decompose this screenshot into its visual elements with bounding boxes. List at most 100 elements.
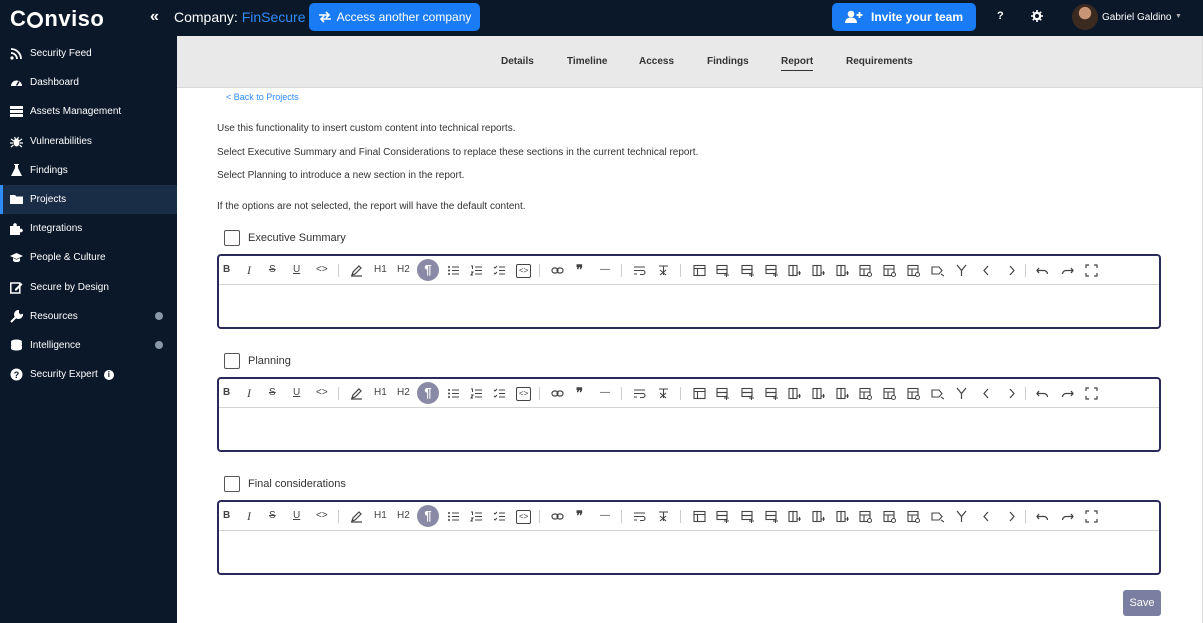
user-name[interactable]: Gabriel Galdino <box>1102 12 1171 23</box>
fullscreen-icon[interactable] <box>1085 264 1098 282</box>
sidebar-item-assets-management[interactable]: Assets Management <box>0 97 177 126</box>
text-wrap-icon[interactable] <box>633 510 646 528</box>
previous-cell-icon[interactable] <box>980 510 993 528</box>
cell-attribute-icon[interactable] <box>931 510 945 528</box>
underline-icon[interactable]: U <box>293 509 300 523</box>
sidebar-item-security-expert[interactable]: ? Security Expert i <box>0 360 177 389</box>
strikethrough-icon[interactable]: S <box>269 263 276 277</box>
bullet-list-icon[interactable] <box>447 387 460 405</box>
merge-cells-icon[interactable] <box>859 387 872 405</box>
add-column-after-icon[interactable] <box>812 510 826 528</box>
add-row-after-icon[interactable] <box>741 264 754 282</box>
redo-icon[interactable] <box>1061 264 1074 282</box>
italic-icon[interactable]: I <box>247 263 251 277</box>
gear-icon[interactable] <box>1031 9 1043 27</box>
fix-tables-icon[interactable] <box>955 510 968 528</box>
fix-tables-icon[interactable] <box>955 264 968 282</box>
previous-cell-icon[interactable] <box>980 387 993 405</box>
info-icon[interactable]: i <box>103 369 114 380</box>
save-button[interactable]: Save <box>1123 590 1161 616</box>
sidebar-item-intelligence[interactable]: Intelligence <box>0 331 177 360</box>
tab-requirements[interactable]: Requirements <box>846 56 913 67</box>
code-block-icon[interactable]: <> <box>516 510 532 524</box>
heading-2-icon[interactable]: H2 <box>397 386 410 400</box>
undo-icon[interactable] <box>1036 510 1049 528</box>
table-icon[interactable] <box>693 387 706 405</box>
delete-row-icon[interactable] <box>765 510 778 528</box>
tab-access[interactable]: Access <box>639 56 674 67</box>
add-row-after-icon[interactable] <box>741 510 754 528</box>
paragraph-icon[interactable]: ¶ <box>417 259 439 281</box>
tab-details[interactable]: Details <box>501 56 534 67</box>
executive-summary-checkbox[interactable] <box>224 230 240 246</box>
clear-format-icon[interactable] <box>657 387 670 405</box>
undo-icon[interactable] <box>1036 387 1049 405</box>
add-row-before-icon[interactable] <box>716 387 729 405</box>
help-icon[interactable]: ? <box>997 10 1004 22</box>
horizontal-rule-icon[interactable]: — <box>600 509 610 523</box>
add-column-before-icon[interactable] <box>788 387 802 405</box>
add-row-after-icon[interactable] <box>741 387 754 405</box>
task-list-icon[interactable] <box>493 387 506 405</box>
code-block-icon[interactable]: <> <box>516 387 532 401</box>
toggle-header-icon[interactable] <box>907 510 920 528</box>
code-block-icon[interactable]: <> <box>516 264 532 278</box>
toggle-header-icon[interactable] <box>907 264 920 282</box>
table-icon[interactable] <box>693 510 706 528</box>
sidebar-item-findings[interactable]: Findings <box>0 156 177 185</box>
heading-2-icon[interactable]: H2 <box>397 263 410 277</box>
expand-chevron-icon[interactable] <box>155 341 163 350</box>
next-cell-icon[interactable] <box>1005 264 1018 282</box>
add-column-after-icon[interactable] <box>812 387 826 405</box>
tab-report[interactable]: Report <box>781 56 814 71</box>
inline-code-icon[interactable]: <> <box>316 263 328 277</box>
heading-1-icon[interactable]: H1 <box>374 263 387 277</box>
add-row-before-icon[interactable] <box>716 510 729 528</box>
tab-findings[interactable]: Findings <box>707 56 749 67</box>
heading-1-icon[interactable]: H1 <box>374 386 387 400</box>
ordered-list-icon[interactable] <box>470 264 483 282</box>
bullet-list-icon[interactable] <box>447 264 460 282</box>
text-wrap-icon[interactable] <box>633 264 646 282</box>
add-column-before-icon[interactable] <box>788 264 802 282</box>
highlight-icon[interactable] <box>350 264 363 282</box>
editor-content[interactable] <box>219 286 1159 327</box>
next-cell-icon[interactable] <box>1005 510 1018 528</box>
redo-icon[interactable] <box>1061 387 1074 405</box>
fullscreen-icon[interactable] <box>1085 510 1098 528</box>
sidebar-item-secure-by-design[interactable]: Secure by Design <box>0 273 177 302</box>
merge-cells-icon[interactable] <box>859 510 872 528</box>
paragraph-icon[interactable]: ¶ <box>417 382 439 404</box>
add-column-after-icon[interactable] <box>812 264 826 282</box>
bold-icon[interactable]: B <box>223 509 230 523</box>
tab-timeline[interactable]: Timeline <box>567 56 607 67</box>
cell-attribute-icon[interactable] <box>931 387 945 405</box>
split-cell-icon[interactable] <box>883 387 896 405</box>
sidebar-item-vulnerabilities[interactable]: Vulnerabilities <box>0 127 177 156</box>
task-list-icon[interactable] <box>493 510 506 528</box>
horizontal-rule-icon[interactable]: — <box>600 386 610 400</box>
delete-column-icon[interactable] <box>836 387 850 405</box>
table-icon[interactable] <box>693 264 706 282</box>
quote-icon[interactable]: ❞ <box>576 263 583 277</box>
quote-icon[interactable]: ❞ <box>576 509 583 523</box>
clear-format-icon[interactable] <box>657 264 670 282</box>
planning-checkbox[interactable] <box>224 353 240 369</box>
inline-code-icon[interactable]: <> <box>316 386 328 400</box>
previous-cell-icon[interactable] <box>980 264 993 282</box>
task-list-icon[interactable] <box>493 264 506 282</box>
ordered-list-icon[interactable] <box>470 510 483 528</box>
add-column-before-icon[interactable] <box>788 510 802 528</box>
add-row-before-icon[interactable] <box>716 264 729 282</box>
paragraph-icon[interactable]: ¶ <box>417 505 439 527</box>
split-cell-icon[interactable] <box>883 510 896 528</box>
delete-row-icon[interactable] <box>765 264 778 282</box>
editor-content[interactable] <box>219 409 1159 450</box>
bold-icon[interactable]: B <box>223 386 230 400</box>
strikethrough-icon[interactable]: S <box>269 509 276 523</box>
final-considerations-checkbox[interactable] <box>224 476 240 492</box>
inline-code-icon[interactable]: <> <box>316 509 328 523</box>
redo-icon[interactable] <box>1061 510 1074 528</box>
delete-column-icon[interactable] <box>836 264 850 282</box>
sidebar-item-dashboard[interactable]: Dashboard <box>0 68 177 97</box>
